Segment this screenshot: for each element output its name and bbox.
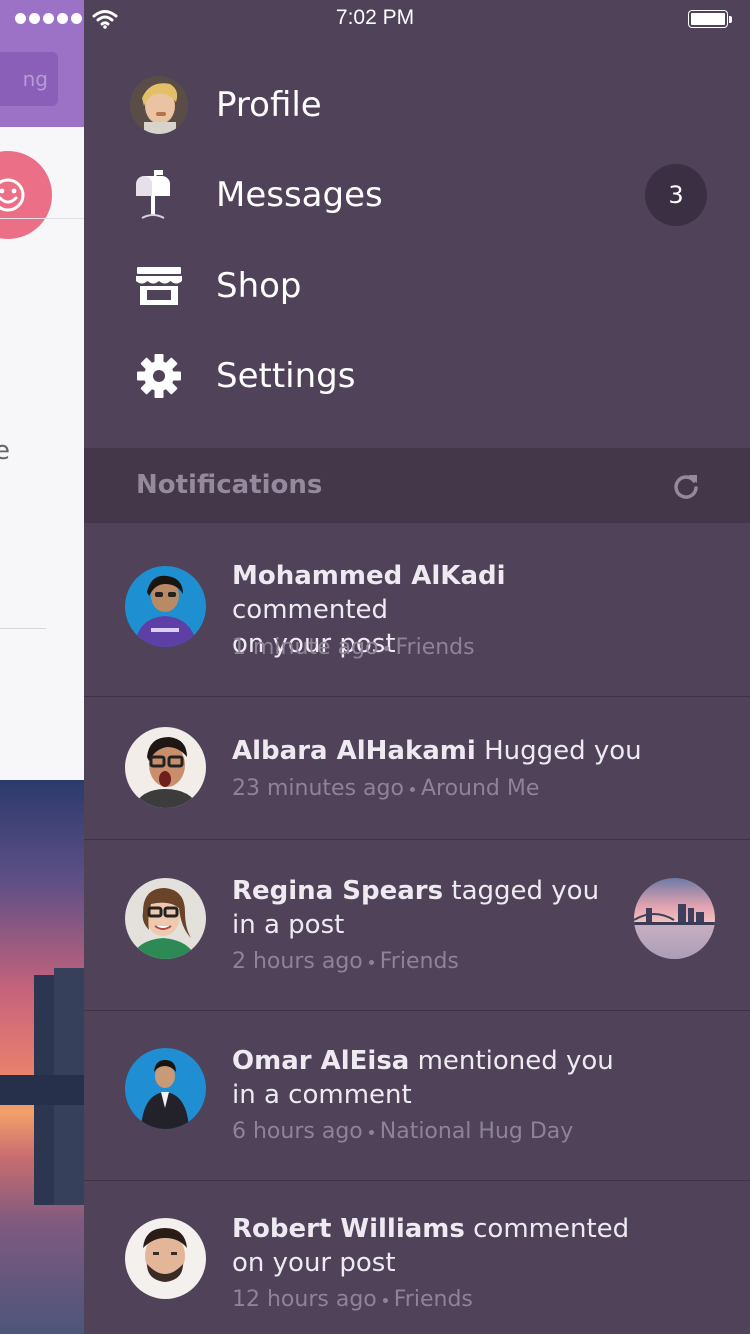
separator-dot [368, 1129, 374, 1135]
notification-action: Hugged you [484, 736, 642, 766]
gear-icon [130, 347, 188, 405]
notification-time: 1 minute ago [232, 635, 379, 660]
user-avatar [125, 878, 206, 959]
notification-group: Around Me [420, 776, 540, 801]
notification-user-name[interactable]: Albara AlHakami [232, 736, 476, 766]
user-avatar [125, 727, 206, 808]
notification-group: Friends [393, 1287, 473, 1312]
menu-item-label: Shop [216, 266, 302, 306]
notification-action: commented [232, 595, 389, 625]
notification-meta: 1 minute ago Friends [232, 635, 475, 660]
background-header-button[interactable]: ng [0, 52, 58, 106]
divider [0, 218, 84, 219]
notification-group: National Hug Day [379, 1119, 574, 1144]
notifications-title: Notifications [136, 470, 323, 500]
notification-item[interactable]: Regina Spears tagged you in a post 2 hou… [84, 840, 750, 1011]
status-time: 7:02 PM [335, 6, 415, 29]
notification-user-name[interactable]: Omar AlEisa [232, 1046, 409, 1076]
notification-text: Robert Williams commented on your post [232, 1212, 652, 1280]
notification-action-detail: in a comment [232, 1080, 412, 1110]
notification-action-detail: in a post [232, 910, 345, 940]
separator-dot [382, 1297, 388, 1303]
notification-meta: 2 hours ago Friends [232, 949, 459, 974]
notification-item[interactable]: Albara AlHakami Hugged you 23 minutes ag… [84, 697, 750, 840]
notification-action: commented [473, 1214, 630, 1244]
notification-time: 6 hours ago [232, 1119, 363, 1144]
notification-text: Albara AlHakami Hugged you [232, 734, 652, 768]
divider [0, 628, 46, 629]
notification-action: mentioned you [417, 1046, 614, 1076]
notification-text: Omar AlEisa mentioned you in a comment [232, 1044, 652, 1112]
menu-item-messages[interactable]: Messages 3 [84, 150, 750, 240]
menu-item-label: Settings [216, 356, 356, 396]
side-menu: Profile Messages 3 Shop Settings Notific… [84, 0, 750, 1334]
notification-group: Friends [395, 635, 475, 660]
status-bar: 7:02 PM [0, 0, 750, 40]
shop-icon [130, 257, 188, 315]
city-sunset-photo [0, 780, 84, 1334]
mailbox-icon [130, 166, 188, 224]
notification-meta: 12 hours ago Friends [232, 1287, 473, 1312]
notification-user-name[interactable]: Robert Williams [232, 1214, 465, 1244]
user-avatar [125, 1048, 206, 1129]
separator-dot [384, 645, 390, 651]
user-avatar [125, 566, 206, 647]
notification-time: 12 hours ago [232, 1287, 377, 1312]
notifications-header: Notifications [84, 448, 750, 523]
notification-item[interactable]: Omar AlEisa mentioned you in a comment 6… [84, 1011, 750, 1181]
separator-dot [368, 959, 374, 965]
notification-action-detail: on your post [232, 1248, 396, 1278]
notification-group: Friends [379, 949, 459, 974]
background-text: e [0, 436, 10, 466]
unread-count-badge: 3 [645, 164, 707, 226]
profile-avatar [130, 76, 188, 134]
notification-meta: 23 minutes ago Around Me [232, 776, 539, 801]
menu-item-settings[interactable]: Settings [84, 331, 750, 421]
notification-time: 23 minutes ago [232, 776, 404, 801]
notification-text: Regina Spears tagged you in a post [232, 874, 652, 942]
menu-item-profile[interactable]: Profile [84, 60, 750, 150]
notification-user-name[interactable]: Regina Spears [232, 876, 443, 906]
menu-item-label: Messages [216, 175, 383, 215]
user-avatar [125, 1218, 206, 1299]
battery-icon [688, 10, 732, 30]
notification-time: 2 hours ago [232, 949, 363, 974]
refresh-icon[interactable] [670, 470, 702, 502]
notification-item[interactable]: Mohammed AlKadi commented on your post 1… [84, 523, 750, 697]
smiley-icon [0, 151, 52, 239]
menu-item-shop[interactable]: Shop [84, 241, 750, 331]
background-app[interactable]: ng e [0, 0, 84, 1334]
menu-item-label: Profile [216, 85, 322, 125]
notification-user-name[interactable]: Mohammed AlKadi [232, 561, 506, 591]
notification-action: tagged you [451, 876, 600, 906]
notification-item[interactable]: Robert Williams commented on your post 1… [84, 1181, 750, 1334]
separator-dot [409, 786, 415, 792]
notification-meta: 6 hours ago National Hug Day [232, 1119, 573, 1144]
post-thumbnail[interactable] [634, 878, 715, 959]
